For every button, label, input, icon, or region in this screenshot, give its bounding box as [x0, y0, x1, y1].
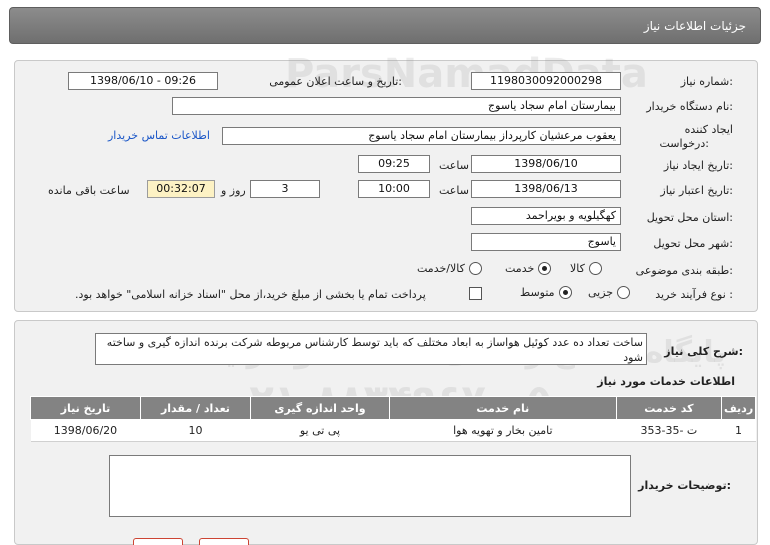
creator-field[interactable]: یعقوب مرعشیان کارپرداز بیمارستان امام سج…: [222, 127, 621, 145]
summary-label: شرح کلی نیاز:: [664, 345, 743, 358]
radio-circle[interactable]: [617, 286, 631, 299]
treasury-payment-checkbox[interactable]: [469, 287, 482, 300]
creator-label-line1: ایجاد کننده: [684, 123, 733, 136]
category-option-goods-label: کالا: [570, 262, 585, 275]
buyer-org-field[interactable]: بیمارستان امام سجاد یاسوج: [172, 97, 621, 115]
cell-quantity: 10: [140, 419, 251, 442]
days-remaining-field[interactable]: 3: [250, 180, 320, 198]
created-date-field[interactable]: 1398/06/10: [471, 155, 621, 173]
days-label: روز و: [221, 184, 246, 197]
col-header-row-number: ردیف: [721, 396, 756, 420]
buyer-org-label: نام دستگاه خریدار:: [646, 100, 733, 113]
province-field[interactable]: کهگیلویه و بویراحمد: [471, 207, 621, 225]
need-number-field[interactable]: 1198030092000298: [471, 72, 621, 90]
created-time-field[interactable]: 09:25: [358, 155, 430, 173]
page-title: جزئیات اطلاعات نیاز: [643, 19, 746, 33]
remaining-time-field: 00:32:07: [147, 180, 215, 198]
validity-date-label: تاریخ اعتبار نیاز:: [660, 184, 733, 197]
cell-row-number: 1: [721, 419, 756, 442]
radio-circle[interactable]: [588, 262, 602, 275]
category-option-service[interactable]: خدمت: [505, 262, 552, 275]
category-label: طبقه بندی موضوعی:: [635, 264, 733, 277]
process-option-minor-label: جزیی: [588, 286, 614, 299]
services-table: ردیف کد خدمت نام خدمت واحد اندازه گیری ت…: [30, 396, 756, 442]
process-option-minor[interactable]: جزیی: [588, 286, 631, 299]
col-header-unit: واحد اندازه گیری: [249, 396, 391, 420]
cell-service-name: تامین بخار و تهویه هوا: [389, 419, 617, 442]
created-time-label: ساعت: [439, 159, 469, 172]
category-option-service-label: خدمت: [505, 262, 535, 275]
cell-need-date: 1398/06/20: [30, 419, 141, 442]
city-field[interactable]: یاسوج: [471, 233, 621, 251]
buyer-notes-label: توضیحات خریدار:: [638, 479, 731, 492]
category-option-goods[interactable]: کالا: [570, 262, 602, 275]
announce-datetime-field[interactable]: 1398/06/10 - 09:26: [68, 72, 218, 90]
treasury-payment-note: پرداخت تمام یا بخشی از مبلغ خرید،از محل …: [75, 288, 426, 301]
creator-label-line2: درخواست:: [659, 137, 710, 150]
process-type-label: نوع فرآیند خرید :: [655, 288, 733, 301]
radio-circle-selected[interactable]: [558, 286, 572, 299]
buyer-notes-field[interactable]: [109, 455, 631, 517]
remaining-time-label: ساعت باقی مانده: [48, 184, 130, 197]
col-header-quantity: تعداد / مقدار: [139, 396, 251, 420]
validity-time-field[interactable]: 10:00: [358, 180, 430, 198]
announce-datetime-label: تاریخ و ساعت اعلان عمومی:: [269, 75, 402, 88]
need-info-panel: ParsNamadData شماره نیاز: 11980300920002…: [14, 51, 758, 312]
table-row[interactable]: 1 ت -35-353 تامین بخار و تهویه هوا پی تی…: [30, 419, 756, 442]
cell-unit: پی تی یو: [250, 419, 390, 442]
category-option-goods-service[interactable]: کالا/خدمت: [417, 262, 482, 275]
services-section-title: اطلاعات خدمات مورد نیاز: [597, 375, 735, 388]
action-button-left[interactable]: [133, 538, 183, 545]
process-option-medium[interactable]: متوسط: [520, 286, 572, 299]
city-label: شهر محل تحویل:: [653, 237, 733, 250]
action-button-right[interactable]: [199, 538, 249, 545]
col-header-service-code: کد خدمت: [615, 396, 723, 420]
radio-circle[interactable]: [468, 262, 482, 275]
col-header-service-name: نام خدمت: [389, 396, 617, 420]
province-label: استان محل تحویل:: [646, 211, 733, 224]
category-option-goods-service-label: کالا/خدمت: [417, 262, 465, 275]
need-details-panel: پایگاه اطلاع رسانی مناقصه و مزایده ۰۲۱-۸…: [14, 320, 758, 545]
validity-date-field[interactable]: 1398/06/13: [471, 180, 621, 198]
table-header-row: ردیف کد خدمت نام خدمت واحد اندازه گیری ت…: [30, 396, 756, 420]
created-date-label: تاریخ ایجاد نیاز:: [663, 159, 733, 172]
process-option-medium-label: متوسط: [520, 286, 555, 299]
summary-field[interactable]: ساخت تعداد ده عدد کوئیل هواساز به ابعاد …: [95, 333, 647, 365]
page-header: جزئیات اطلاعات نیاز: [9, 7, 761, 44]
col-header-need-date: تاریخ نیاز: [30, 396, 141, 420]
radio-circle-selected[interactable]: [538, 262, 552, 275]
need-number-label: شماره نیاز:: [680, 75, 733, 88]
buyer-contact-link[interactable]: اطلاعات تماس خریدار: [108, 129, 210, 142]
cell-service-code: ت -35-353: [616, 419, 722, 442]
validity-time-label: ساعت: [439, 184, 469, 197]
